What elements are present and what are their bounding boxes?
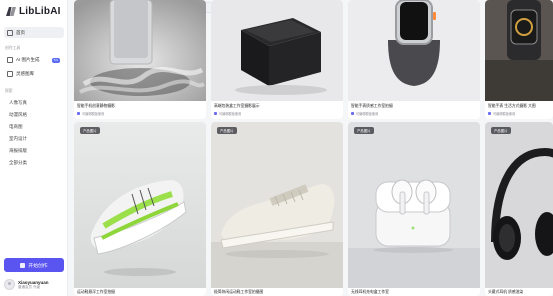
card-image <box>348 122 480 288</box>
sidebar-item-label: AI 图片生成 <box>16 57 40 62</box>
template-icon <box>77 112 80 115</box>
card-title: 无线耳机充电盒工作室 <box>351 290 389 294</box>
user-name: Xiaoyuanyuan <box>18 279 49 285</box>
card-title: 智能手表质感工作室拍摄 <box>351 104 393 108</box>
start-create-button[interactable]: 开始创作 <box>4 258 64 272</box>
sidebar-category[interactable]: 海报排版 <box>9 148 27 154</box>
card-meta-text: 可编辑模板使用 <box>493 112 516 116</box>
card-tag: 产品图片 <box>491 127 511 134</box>
create-icon <box>20 262 26 268</box>
card-title: 运动鞋悬浮工作室拍摄 <box>77 290 115 294</box>
card-tag: 产品图片 <box>80 127 100 134</box>
version-badge: 5.0 <box>51 57 60 63</box>
card-meta-text: 可编辑模板使用 <box>356 112 379 116</box>
user-profile[interactable]: Xiaoyuanyuan 普通会员 升级 <box>4 279 49 290</box>
user-membership: 普通会员 升级 <box>18 284 40 289</box>
sidebar-category[interactable]: 电商图 <box>9 124 23 130</box>
card-image <box>348 0 480 101</box>
card-tag: 产品图片 <box>354 127 374 134</box>
template-icon <box>351 112 354 115</box>
sidebar-item-home[interactable]: 首页 <box>4 27 64 38</box>
template-icon <box>214 112 217 115</box>
card-image <box>211 0 343 101</box>
image-card[interactable]: 智能手表质感工作室拍摄 可编辑模板使用 <box>348 0 480 119</box>
section-label-discover: 探索 <box>5 89 13 93</box>
card-image <box>74 0 206 101</box>
sidebar-category[interactable]: 室内设计 <box>9 136 27 142</box>
template-icon <box>488 112 491 115</box>
image-card[interactable]: 产品图片 极简休闲运动鞋工作室拍摄图 <box>211 122 343 296</box>
section-label-tools: 创作工具 <box>5 46 21 50</box>
gallery-icon <box>7 71 13 77</box>
card-title: 极简休闲运动鞋工作室拍摄图 <box>214 290 264 294</box>
sidebar-category[interactable]: 全部分类 <box>9 160 27 166</box>
avatar <box>4 279 15 290</box>
card-image <box>211 122 343 288</box>
image-icon <box>7 57 13 63</box>
card-tag: 产品图片 <box>217 127 237 134</box>
image-card[interactable]: 产品图片 头戴式耳机 质感渲染 <box>485 122 553 296</box>
sidebar-item-ai-image[interactable]: AI 图片生成 5.0 <box>4 55 64 65</box>
logo-text: LibLibAI <box>19 6 61 17</box>
image-card[interactable]: 产品图片 运动鞋悬浮工作室拍摄 <box>74 122 206 296</box>
sidebar-category[interactable]: 人像写真 <box>9 100 27 106</box>
card-title: 智能手机创意静物摄影 <box>77 104 115 108</box>
card-meta: 可编辑模板使用 <box>351 111 378 116</box>
card-title: 头戴式耳机 质感渲染 <box>488 290 524 294</box>
image-card[interactable]: 高端包装盒工作室摄影展示 可编辑模板使用 <box>211 0 343 119</box>
card-image <box>485 0 553 101</box>
card-meta-text: 可编辑模板使用 <box>219 112 242 116</box>
card-meta: 可编辑模板使用 <box>488 111 515 116</box>
card-title: 高端包装盒工作室摄影展示 <box>214 104 260 108</box>
card-image <box>485 122 553 288</box>
card-title: 智能手表 生活方式摄影 大图 <box>488 104 536 108</box>
sidebar-category[interactable]: 动漫风格 <box>9 112 27 118</box>
logo[interactable]: LibLibAI <box>6 6 61 17</box>
sidebar: LibLibAI 首页 创作工具 AI 图片生成 5.0 灵感图库 探索 人像写… <box>0 0 68 296</box>
image-card[interactable]: 智能手表 生活方式摄影 大图 可编辑模板使用 <box>485 0 553 119</box>
sidebar-item-gallery[interactable]: 灵感图库 <box>4 69 64 79</box>
image-card[interactable]: 产品图片 无线耳机充电盒工作室 <box>348 122 480 296</box>
card-meta: 可编辑模板使用 <box>77 111 104 116</box>
sidebar-item-label: 灵感图库 <box>16 71 34 76</box>
card-meta-text: 可编辑模板使用 <box>82 112 105 116</box>
image-card[interactable]: 智能手机创意静物摄影 可编辑模板使用 <box>74 0 206 119</box>
card-image <box>74 122 206 288</box>
start-create-label: 开始创作 <box>28 263 48 269</box>
home-icon <box>7 29 13 36</box>
logo-icon <box>6 7 16 16</box>
sidebar-item-label: 首页 <box>16 29 25 35</box>
card-meta: 可编辑模板使用 <box>214 111 241 116</box>
